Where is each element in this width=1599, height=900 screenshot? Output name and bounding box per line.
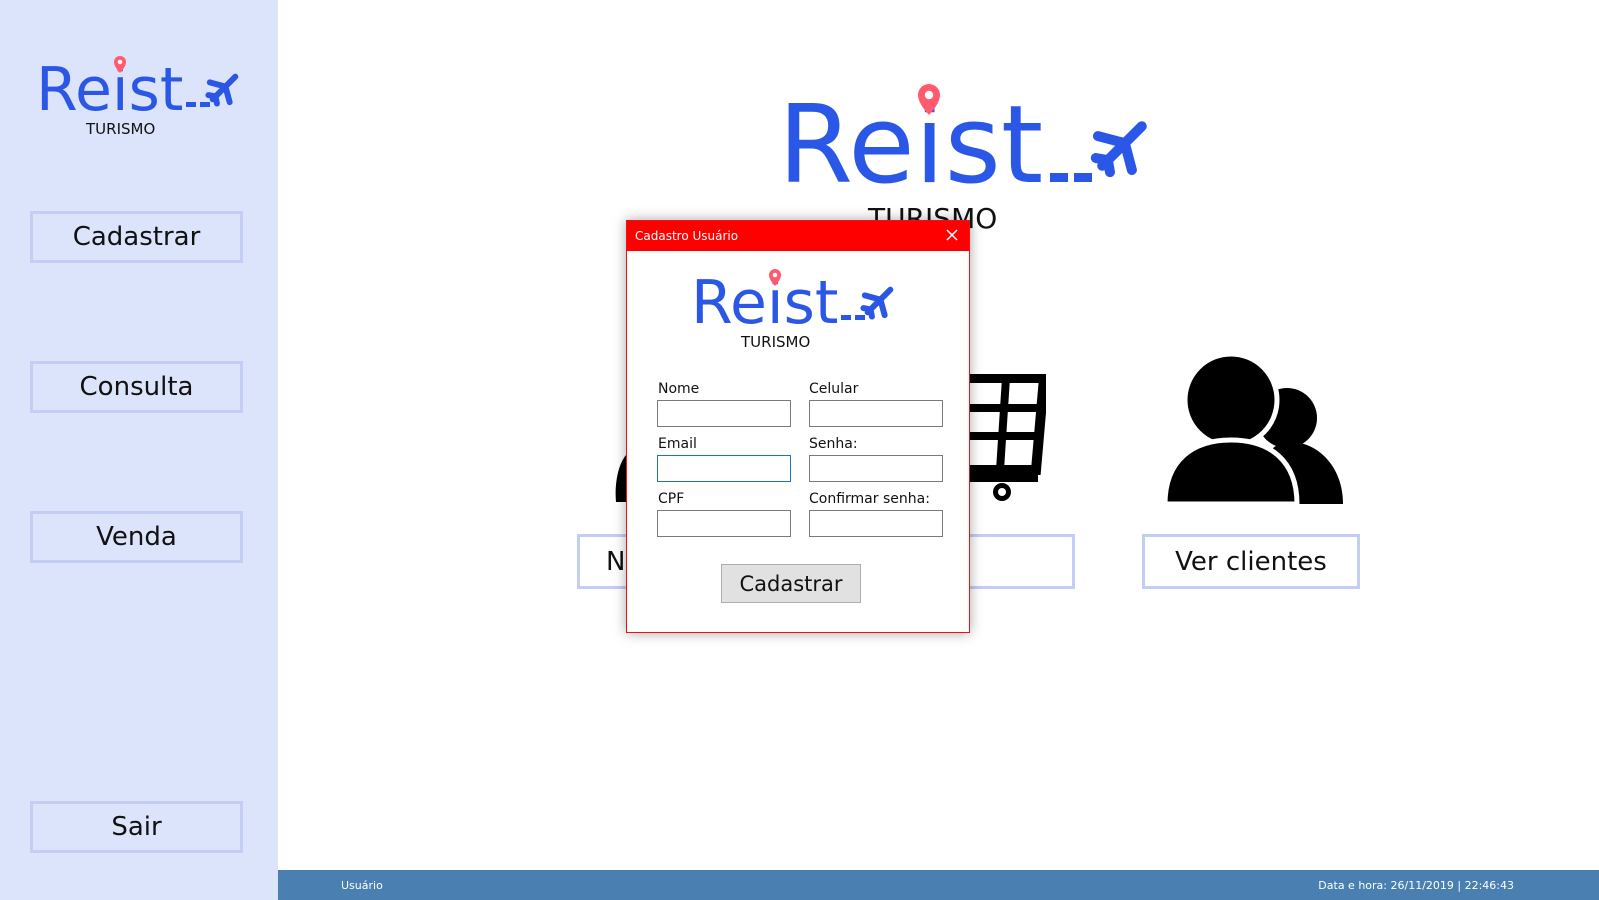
status-user: Usuário	[341, 879, 383, 892]
dialog-logo-subtitle: TURISMO	[740, 333, 810, 351]
logo-text: Reist	[36, 55, 183, 125]
sidebar: Reist TURISMO Cadastrar Consulta Venda S…	[0, 0, 278, 900]
celular-field[interactable]	[809, 400, 943, 427]
sidebar-cadastrar-button[interactable]: Cadastrar	[30, 211, 243, 263]
users-icon	[1163, 356, 1343, 506]
celular-label: Celular	[809, 381, 859, 397]
cadastro-usuario-dialog: Cadastro Usuário Reist TURISMO Nome Celu…	[626, 220, 970, 633]
email-label: Email	[658, 436, 697, 452]
cpf-field[interactable]	[657, 510, 791, 537]
sidebar-consulta-button[interactable]: Consulta	[30, 361, 243, 413]
shopping-cart-icon	[966, 374, 1046, 501]
main-brand-logo: Reist TURISMO	[778, 83, 1147, 232]
dialog-title: Cadastro Usuário	[635, 229, 739, 243]
brand-logo: Reist TURISMO	[36, 55, 239, 138]
ver-clientes-button[interactable]: Ver clientes	[1142, 534, 1360, 589]
close-icon[interactable]	[943, 226, 961, 244]
cpf-label: CPF	[658, 491, 685, 507]
status-bar: Usuário Data e hora: 26/11/2019 | 22:46:…	[278, 870, 1599, 900]
cadastrar-submit-button[interactable]: Cadastrar	[721, 564, 861, 603]
email-field[interactable]	[657, 455, 791, 482]
nome-label: Nome	[658, 381, 700, 397]
dialog-title-bar[interactable]: Cadastro Usuário	[627, 221, 969, 251]
status-datetime: Data e hora: 26/11/2019 | 22:46:43	[1318, 879, 1514, 892]
airplane-icon	[1090, 121, 1147, 178]
confirmar-senha-label: Confirmar senha:	[809, 491, 930, 507]
sidebar-venda-button[interactable]: Venda	[30, 511, 243, 563]
logo-subtitle: TURISMO	[85, 120, 155, 138]
dialog-logo-text: Reist	[691, 268, 838, 338]
senha-field[interactable]	[809, 455, 943, 482]
sidebar-sair-button[interactable]: Sair	[30, 801, 243, 853]
dialog-brand-logo: Reist TURISMO	[691, 268, 894, 351]
senha-label: Senha:	[809, 436, 858, 452]
nome-field[interactable]	[657, 400, 791, 427]
main-logo-text: Reist	[778, 83, 1043, 208]
confirmar-senha-field[interactable]	[809, 510, 943, 537]
